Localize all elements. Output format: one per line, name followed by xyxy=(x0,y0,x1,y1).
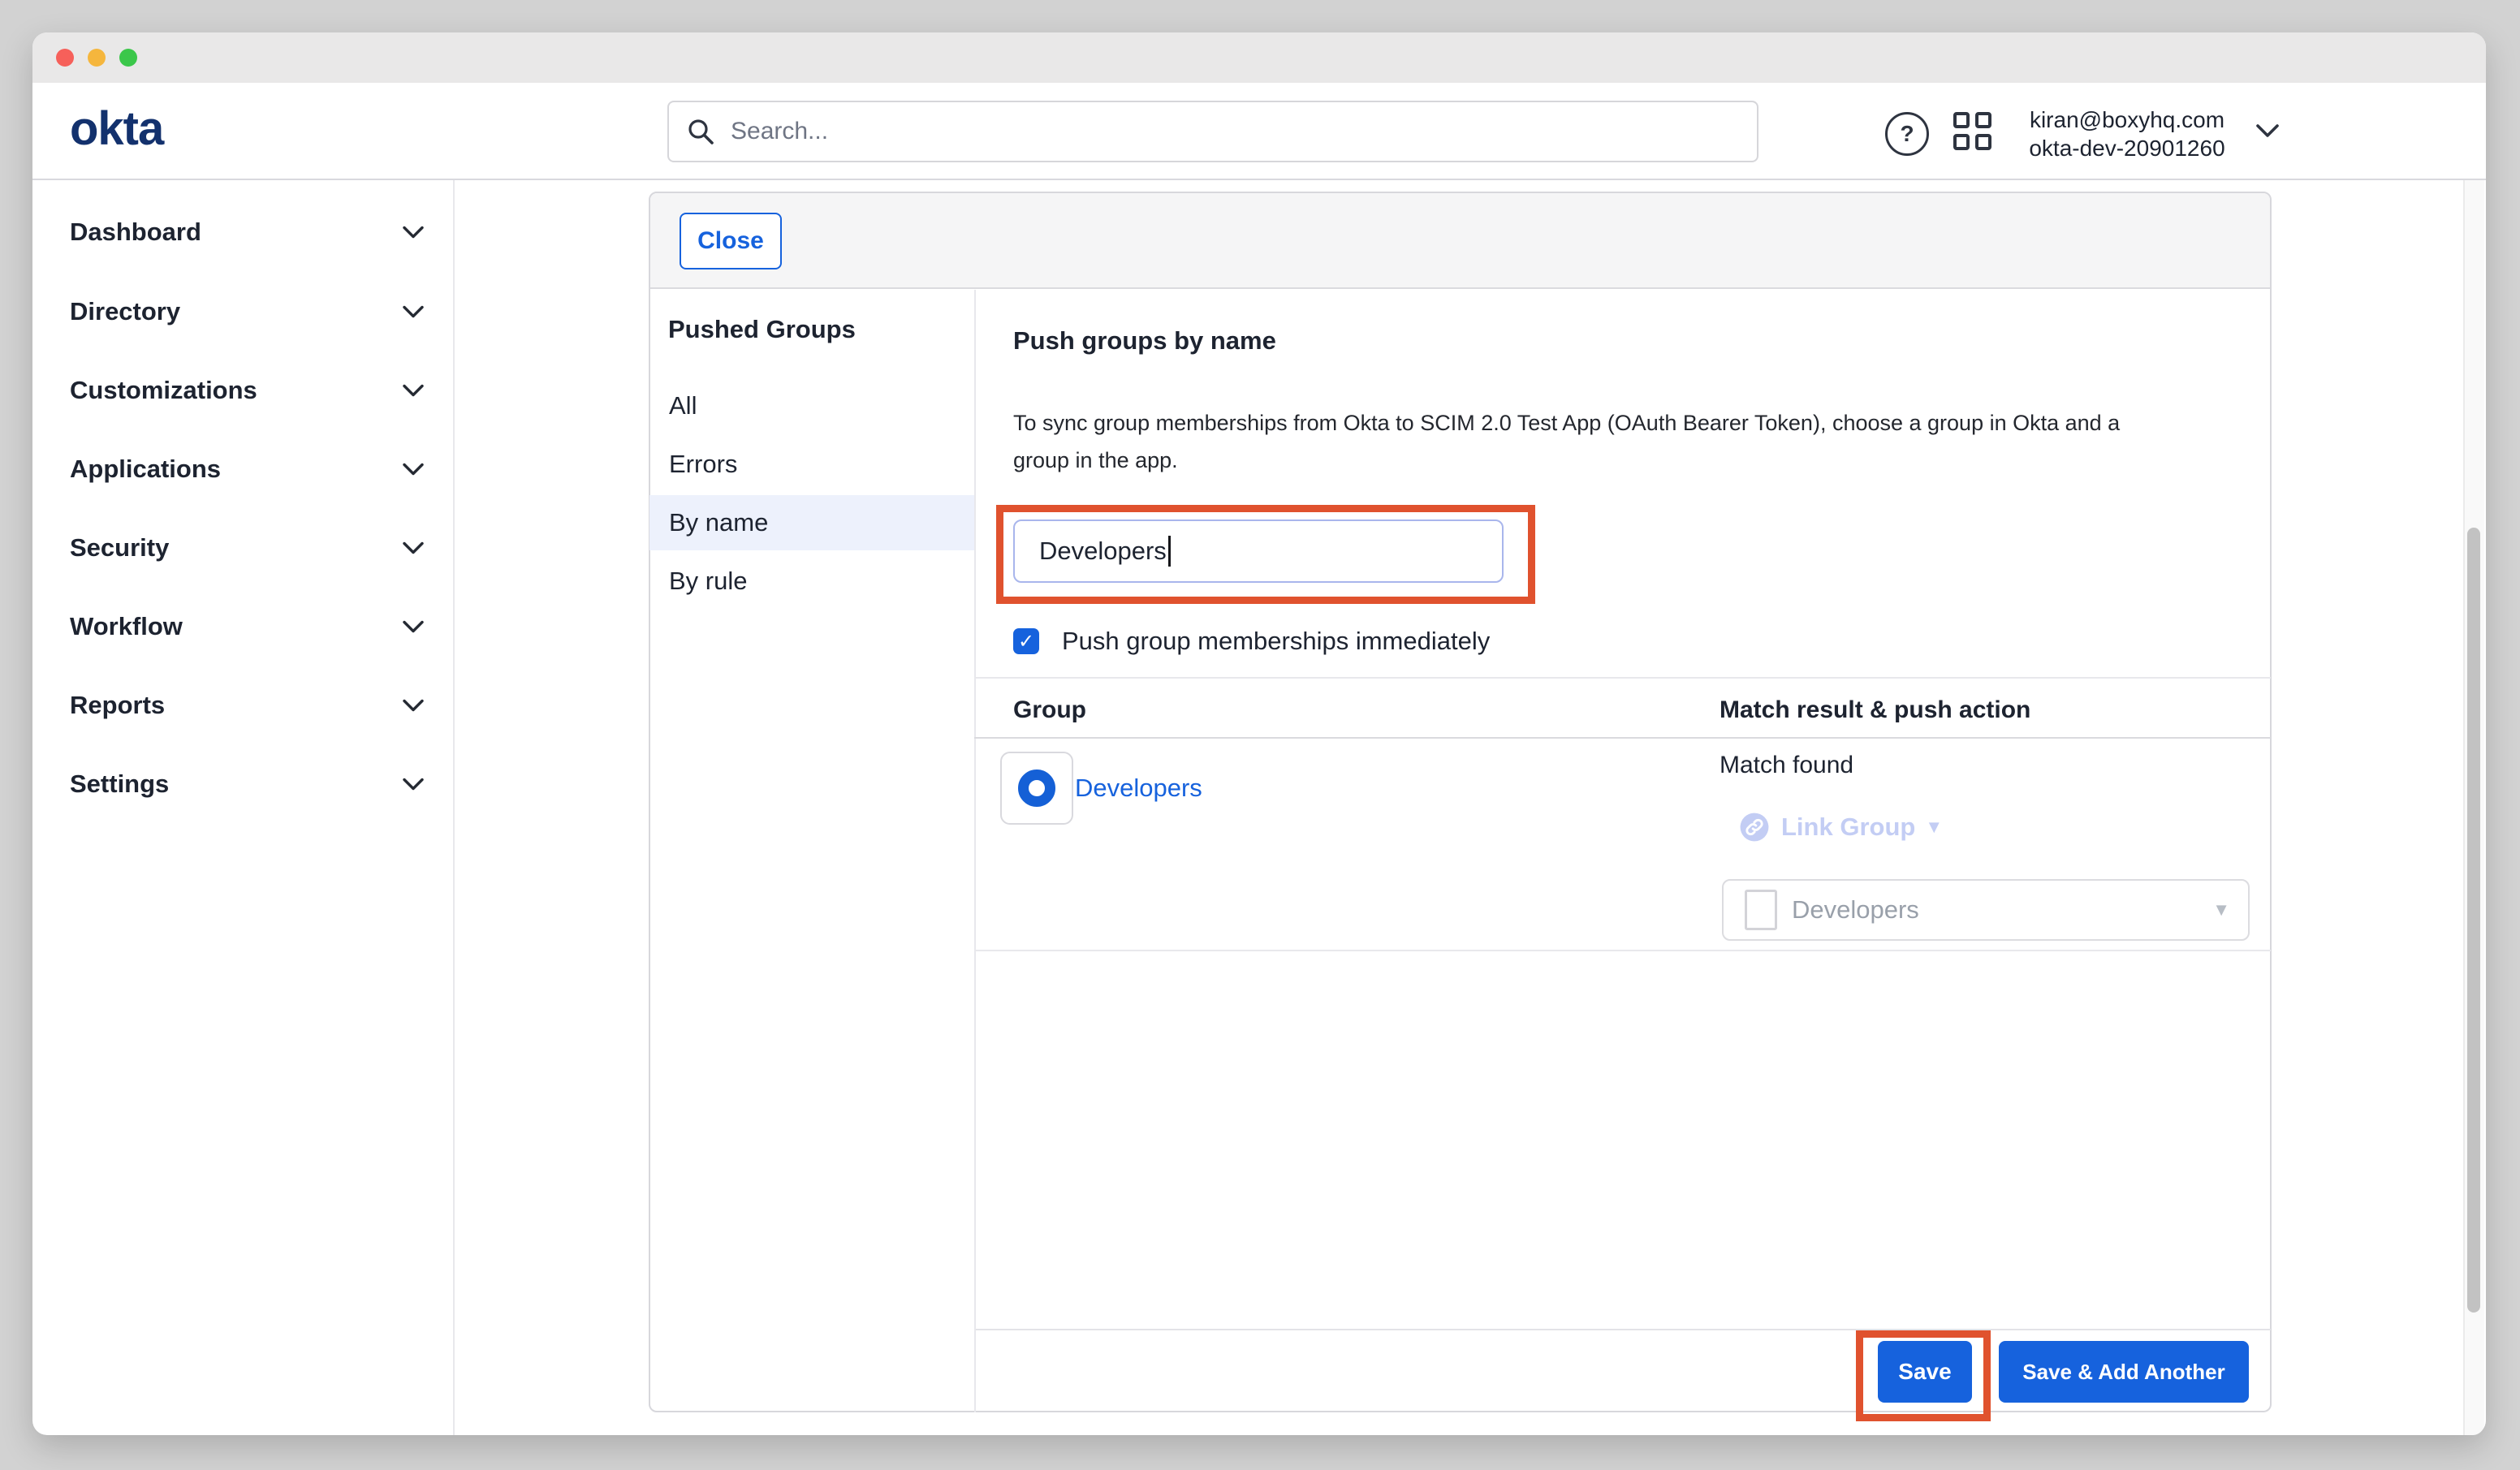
nav-item-all[interactable]: All xyxy=(649,378,974,433)
sidebar-divider xyxy=(453,180,455,1435)
link-icon xyxy=(1739,812,1770,843)
chevron-down-icon xyxy=(403,226,424,239)
search-icon xyxy=(687,118,714,145)
question-icon: ? xyxy=(1885,112,1929,156)
account-chevron-down-icon[interactable] xyxy=(2255,123,2280,140)
sidebar-item-directory[interactable]: Directory xyxy=(49,284,424,339)
chevron-down-icon xyxy=(403,778,424,791)
link-group-button[interactable]: Link Group ▼ xyxy=(1739,812,1943,843)
checkmark-icon: ✓ xyxy=(1018,630,1034,653)
chevron-down-icon xyxy=(403,305,424,319)
group-donut-icon xyxy=(1018,769,1055,807)
table-header-divider xyxy=(974,737,2271,739)
dialog-description-line1: To sync group memberships from Okta to S… xyxy=(1013,404,2247,442)
nav-item-by-name[interactable]: By name xyxy=(649,495,974,550)
group-icon-tile xyxy=(1000,752,1073,825)
select-value: Developers xyxy=(1792,895,1919,925)
sidebar-item-security[interactable]: Security xyxy=(49,520,424,575)
match-found-status: Match found xyxy=(1720,752,1853,779)
chevron-down-icon xyxy=(403,384,424,398)
table-header-group: Group xyxy=(1013,696,1086,724)
chevron-down-icon xyxy=(403,541,424,555)
dialog-description-line2: group in the app. xyxy=(1013,442,2247,479)
save-button[interactable]: Save xyxy=(1878,1341,1972,1403)
header-divider xyxy=(32,179,2486,180)
sidebar-item-workflow[interactable]: Workflow xyxy=(49,599,424,654)
nav-item-errors[interactable]: Errors xyxy=(649,437,974,492)
user-email: kiran@boxyhq.com xyxy=(2018,106,2236,134)
chevron-down-icon xyxy=(403,620,424,634)
sidebar-item-reports[interactable]: Reports xyxy=(49,678,424,733)
nav-item-by-rule[interactable]: By rule xyxy=(649,554,974,609)
link-group-caret-icon: ▼ xyxy=(1925,817,1943,838)
sidebar-item-settings[interactable]: Settings xyxy=(49,757,424,812)
select-group-icon xyxy=(1745,890,1777,930)
org-name: okta-dev-20901260 xyxy=(2018,134,2236,162)
dialog-heading: Push groups by name xyxy=(1013,326,1276,356)
dialog-toolbar xyxy=(650,193,2270,289)
sidebar-item-applications[interactable]: Applications xyxy=(49,442,424,497)
global-search[interactable] xyxy=(667,101,1758,162)
group-name-input[interactable]: Developers xyxy=(1013,519,1504,583)
sidebar-item-dashboard[interactable]: Dashboard xyxy=(49,205,424,260)
side-nav-title: Pushed Groups xyxy=(668,315,856,344)
account-menu[interactable]: kiran@boxyhq.com okta-dev-20901260 xyxy=(2018,106,2236,162)
sidebar-item-customizations[interactable]: Customizations xyxy=(49,363,424,418)
chevron-down-icon xyxy=(403,699,424,713)
grid-icon xyxy=(1953,112,1970,128)
select-caret-icon: ▼ xyxy=(2212,899,2230,920)
close-button[interactable]: Close xyxy=(680,213,782,269)
push-immediately-checkbox[interactable]: ✓ xyxy=(1013,628,1039,654)
apps-grid-button[interactable] xyxy=(1953,112,1992,151)
section-divider xyxy=(974,677,2271,679)
save-add-another-button[interactable]: Save & Add Another xyxy=(1999,1341,2249,1403)
target-group-select[interactable]: Developers ▼ xyxy=(1722,879,2250,941)
traffic-light-close-button[interactable] xyxy=(56,49,74,67)
group-name-value: Developers xyxy=(1039,537,1167,566)
group-link[interactable]: Developers xyxy=(1075,774,1202,803)
traffic-light-minimize-button[interactable] xyxy=(88,49,106,67)
okta-logo: okta xyxy=(70,102,163,156)
table-row-divider xyxy=(974,950,2271,951)
traffic-light-maximize-button[interactable] xyxy=(119,49,137,67)
table-header-match: Match result & push action xyxy=(1720,696,2030,724)
pushed-groups-dialog xyxy=(649,192,2272,1412)
text-cursor xyxy=(1168,536,1171,567)
link-group-label: Link Group xyxy=(1781,813,1915,842)
footer-divider xyxy=(976,1329,2271,1330)
help-button[interactable]: ? xyxy=(1885,112,1929,156)
search-input[interactable] xyxy=(729,117,1739,146)
scrollbar-thumb[interactable] xyxy=(2467,528,2480,1313)
titlebar xyxy=(32,32,2486,83)
screen: okta ? kiran@boxyhq.com okta-dev-2090126… xyxy=(0,0,2520,1470)
push-immediately-label: Push group memberships immediately xyxy=(1062,628,1490,654)
dialog-nav-divider xyxy=(974,290,976,1412)
chevron-down-icon xyxy=(403,463,424,476)
